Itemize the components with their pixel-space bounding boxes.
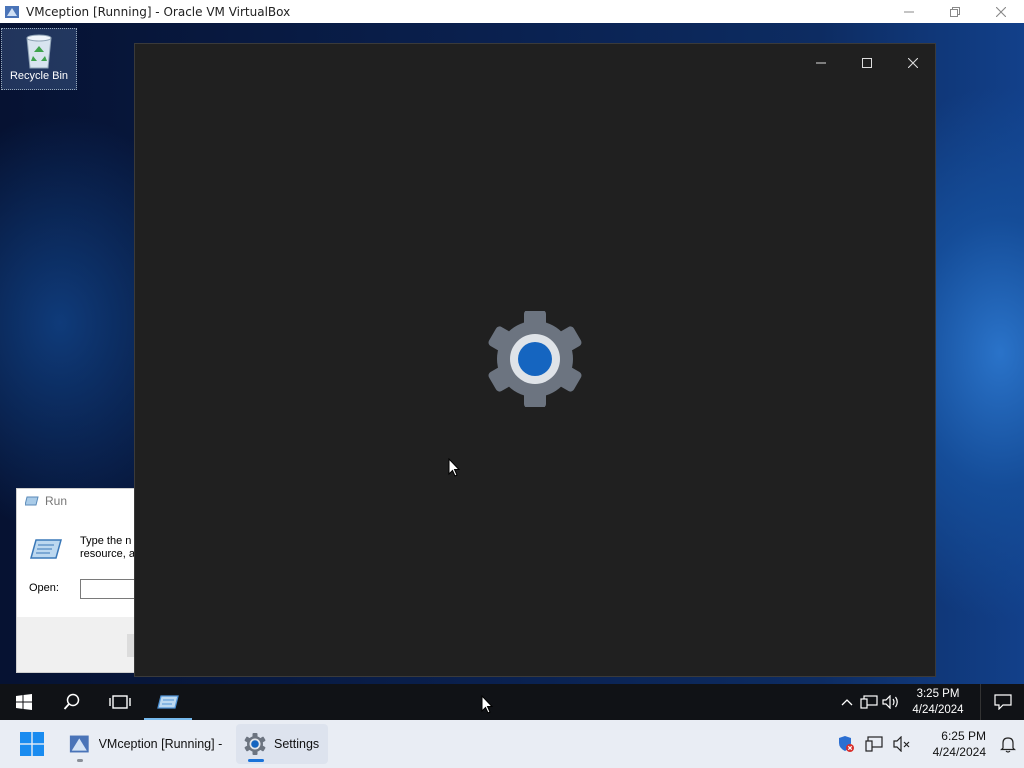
run-description: Type the n resource, a — [80, 535, 135, 561]
run-icon — [157, 695, 179, 709]
host-system-tray: 6:25 PM 4/24/2024 — [832, 720, 1024, 768]
taskbar-settings-app[interactable]: Settings — [236, 724, 328, 764]
settings-gear-icon — [488, 311, 582, 407]
window-title: VMception [Running] - Oracle VM VirtualB… — [26, 4, 291, 19]
speaker-muted-icon — [893, 736, 910, 752]
run-icon — [25, 496, 39, 506]
volume-tray-button[interactable] — [888, 736, 916, 752]
run-large-icon — [30, 539, 62, 559]
network-icon — [865, 736, 883, 752]
maximize-icon — [862, 58, 872, 68]
windows-logo-icon — [20, 732, 44, 756]
settings-gear-icon — [244, 733, 266, 755]
task-view-button[interactable] — [96, 684, 144, 720]
open-label: Open: — [29, 582, 59, 594]
network-tray-button[interactable] — [858, 695, 880, 709]
windows-logo-icon — [16, 694, 32, 710]
taskbar-run-app[interactable] — [144, 684, 192, 720]
network-icon — [860, 695, 878, 709]
taskbar-settings-label: Settings — [274, 737, 320, 751]
guest-taskbar: 3:25 PM 4/24/2024 — [0, 684, 1024, 720]
network-tray-button[interactable] — [860, 736, 888, 752]
guest-clock-date: 4/24/2024 — [912, 704, 964, 716]
settings-minimize-button[interactable] — [798, 48, 844, 78]
close-button[interactable] — [978, 0, 1024, 23]
guest-clock-time: 3:25 PM — [916, 688, 960, 700]
guest-clock[interactable]: 3:25 PM 4/24/2024 — [902, 686, 974, 718]
guest-search-button[interactable] — [48, 684, 96, 720]
defender-tray-button[interactable] — [832, 735, 860, 753]
recycle-bin-label: Recycle Bin — [9, 70, 69, 82]
active-indicator — [248, 759, 264, 762]
chevron-up-icon — [841, 699, 853, 706]
bell-icon — [1000, 737, 1016, 753]
settings-close-button[interactable] — [890, 48, 936, 78]
close-icon — [996, 6, 1006, 17]
minimize-icon — [816, 62, 826, 64]
host-clock[interactable]: 6:25 PM 4/24/2024 — [916, 728, 992, 760]
minimize-icon — [904, 11, 914, 12]
settings-maximize-button[interactable] — [844, 48, 890, 78]
speaker-icon — [882, 695, 898, 709]
guest-system-tray: 3:25 PM 4/24/2024 — [836, 684, 1024, 720]
host-taskbar: VMception [Running] - ( Settings 6:25 PM… — [0, 720, 1024, 768]
action-center-button[interactable] — [980, 684, 1024, 720]
virtualbox-icon — [5, 5, 19, 18]
taskbar-virtualbox-app[interactable]: VMception [Running] - ( — [60, 724, 230, 764]
host-clock-time: 6:25 PM — [941, 729, 986, 743]
run-dialog-title: Run — [45, 494, 68, 508]
minimize-button[interactable] — [886, 0, 932, 23]
run-description-line2: resource, a — [80, 548, 136, 560]
run-description-line1: Type the n — [80, 535, 132, 547]
running-indicator — [77, 759, 83, 762]
notification-icon — [993, 694, 1012, 710]
volume-tray-button[interactable] — [880, 695, 902, 709]
host-start-button[interactable] — [8, 720, 56, 768]
settings-window — [134, 43, 936, 677]
recycle-bin-shortcut[interactable]: Recycle Bin — [1, 28, 77, 90]
task-view-icon — [109, 695, 131, 709]
guest-start-button[interactable] — [0, 684, 48, 720]
host-clock-date: 4/24/2024 — [932, 745, 986, 759]
recycle-bin-icon — [26, 34, 52, 69]
search-icon — [63, 693, 80, 710]
restore-button[interactable] — [932, 0, 978, 23]
mouse-cursor-icon — [448, 458, 460, 477]
shield-warning-icon — [839, 736, 854, 752]
restore-icon — [950, 6, 960, 17]
mouse-cursor-icon — [481, 695, 493, 714]
show-hidden-icons-button[interactable] — [836, 698, 858, 706]
notifications-button[interactable] — [992, 735, 1024, 753]
close-icon — [908, 58, 918, 68]
taskbar-virtualbox-label: VMception [Running] - ( — [98, 737, 222, 751]
virtualbox-icon — [69, 735, 89, 753]
guest-desktop: Recycle Bin Run Type the n resource, a O… — [0, 23, 1024, 720]
host-titlebar: VMception [Running] - Oracle VM VirtualB… — [0, 0, 1024, 23]
